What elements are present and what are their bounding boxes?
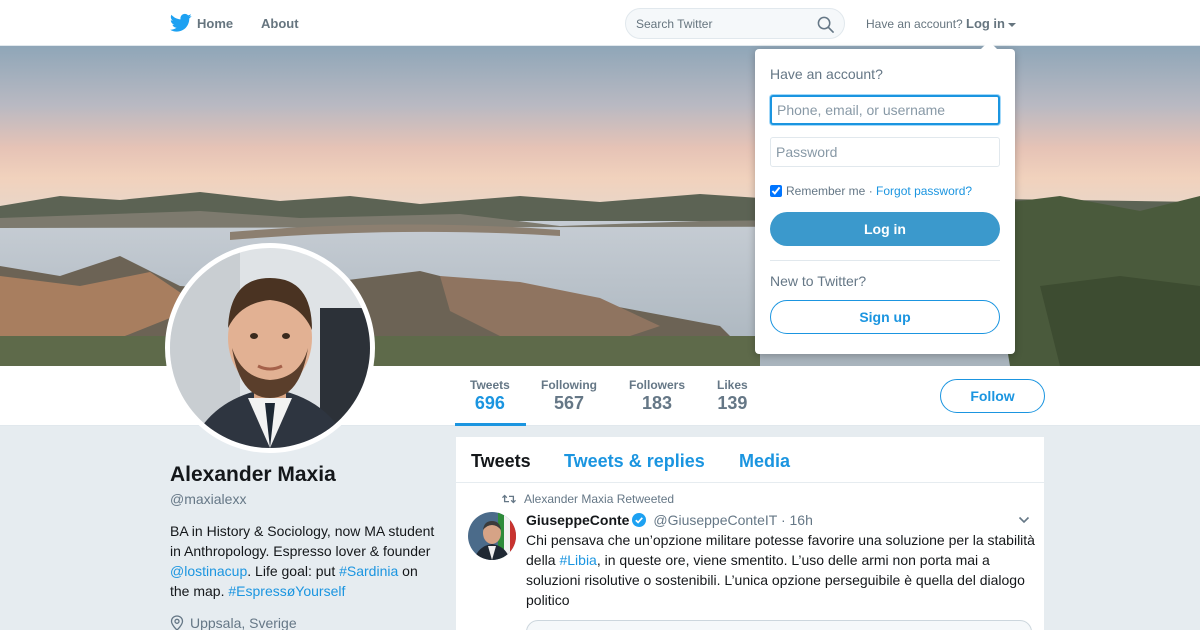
tab-tweets-replies[interactable]: Tweets & replies bbox=[564, 451, 705, 472]
stat-following[interactable]: Following 567 bbox=[541, 378, 597, 414]
verified-badge-icon bbox=[632, 513, 647, 527]
search-input[interactable] bbox=[636, 15, 816, 33]
remember-separator: · bbox=[868, 184, 873, 198]
stat-label: Tweets bbox=[470, 378, 510, 392]
tab-tweets[interactable]: Tweets bbox=[471, 451, 531, 472]
profile-handle[interactable]: @maxialexx bbox=[170, 491, 246, 507]
nav-about-link[interactable]: About bbox=[261, 16, 299, 31]
stat-followers[interactable]: Followers 183 bbox=[629, 378, 685, 414]
tweet[interactable]: Alexander Maxia Retweeted GiuseppeConte … bbox=[456, 484, 1044, 630]
tweet-header: GiuseppeConte @GiuseppeConteIT · 16h bbox=[526, 512, 813, 528]
retweet-text[interactable]: Alexander Maxia Retweeted bbox=[524, 492, 674, 506]
signup-button[interactable]: Sign up bbox=[770, 300, 1000, 334]
retweet-icon bbox=[502, 494, 516, 504]
tab-media[interactable]: Media bbox=[739, 451, 790, 472]
tweet-text: Chi pensava che un’opzione militare pote… bbox=[526, 530, 1036, 610]
location-text: Uppsala, Sverige bbox=[190, 615, 297, 630]
stat-value: 183 bbox=[641, 393, 673, 413]
tweet-separator: · bbox=[780, 512, 786, 528]
password-input[interactable] bbox=[770, 137, 1000, 167]
stat-value: 567 bbox=[553, 393, 585, 413]
top-nav: Home About Have an account? Log in bbox=[0, 0, 1200, 46]
tweet-text-part: , in queste ore, viene smentito. L’uso d… bbox=[526, 552, 1025, 608]
profile-avatar[interactable] bbox=[165, 243, 375, 453]
dropdown-title: Have an account? bbox=[770, 66, 883, 82]
timeline-tabs: Tweets Tweets & replies Media bbox=[456, 437, 1044, 483]
login-toggle-label: Log in bbox=[966, 16, 1005, 31]
bio-mention-link[interactable]: @lostinacup bbox=[170, 563, 247, 579]
bio-text: BA in History & Sociology, now MA studen… bbox=[170, 523, 435, 559]
have-account-text: Have an account? bbox=[866, 17, 963, 31]
login-button[interactable]: Log in bbox=[770, 212, 1000, 246]
bio-hashtag-link[interactable]: #EspressøYourself bbox=[228, 583, 345, 599]
stat-tweets[interactable]: Tweets 696 bbox=[470, 378, 510, 414]
stat-value: 139 bbox=[717, 393, 748, 413]
profile-name[interactable]: Alexander Maxia bbox=[170, 463, 336, 487]
forgot-password-link[interactable]: Forgot password? bbox=[876, 184, 972, 198]
remember-me-checkbox[interactable] bbox=[770, 185, 782, 197]
username-input[interactable] bbox=[770, 95, 1000, 125]
tweet-timestamp[interactable]: 16h bbox=[790, 512, 813, 528]
tweet-author-handle[interactable]: @GiuseppeConteIT bbox=[653, 512, 777, 528]
login-dropdown-toggle[interactable]: Log in bbox=[966, 16, 1016, 31]
chevron-down-icon[interactable] bbox=[1018, 514, 1030, 526]
stat-likes[interactable]: Likes 139 bbox=[717, 378, 748, 414]
location-pin-icon bbox=[170, 615, 184, 630]
author-avatar-image bbox=[468, 512, 516, 560]
avatar-image bbox=[170, 248, 370, 448]
remember-row: Remember me · Forgot password? bbox=[770, 184, 972, 198]
stat-value: 696 bbox=[474, 393, 505, 413]
tweet-author-avatar[interactable] bbox=[468, 512, 516, 560]
tweet-author-name[interactable]: GiuseppeConte bbox=[526, 512, 629, 528]
tweet-media-card[interactable] bbox=[526, 620, 1032, 630]
follow-button[interactable]: Follow bbox=[940, 379, 1045, 413]
new-to-twitter-text: New to Twitter? bbox=[770, 273, 867, 289]
tweet-hashtag-link[interactable]: #Libia bbox=[559, 552, 596, 568]
dropdown-divider bbox=[770, 260, 1000, 261]
timeline: Tweets Tweets & replies Media Alexander … bbox=[456, 437, 1044, 630]
profile-location: Uppsala, Sverige bbox=[170, 615, 297, 630]
search-icon[interactable] bbox=[817, 16, 834, 33]
twitter-bird-icon[interactable] bbox=[170, 13, 192, 33]
stat-label: Likes bbox=[717, 378, 748, 392]
stat-label: Following bbox=[541, 378, 597, 392]
retweet-context: Alexander Maxia Retweeted bbox=[502, 492, 674, 506]
active-stat-underline bbox=[455, 423, 526, 426]
remember-me-label[interactable]: Remember me bbox=[786, 184, 865, 198]
login-dropdown: Have an account? Remember me · Forgot pa… bbox=[755, 41, 1015, 354]
nav-home-link[interactable]: Home bbox=[197, 16, 233, 31]
profile-bio: BA in History & Sociology, now MA studen… bbox=[170, 521, 440, 601]
stat-label: Followers bbox=[629, 378, 686, 392]
caret-down-icon bbox=[1008, 22, 1016, 27]
bio-hashtag-link[interactable]: #Sardinia bbox=[339, 563, 398, 579]
bio-text: . Life goal: put bbox=[247, 563, 340, 579]
search-box bbox=[625, 8, 845, 39]
